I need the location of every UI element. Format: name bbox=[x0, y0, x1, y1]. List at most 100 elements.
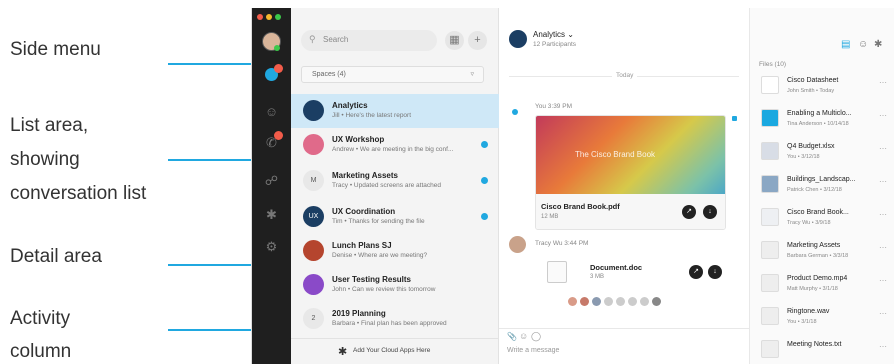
format-icon[interactable]: ◯ bbox=[531, 331, 541, 342]
conversation-item[interactable]: UX UX Coordination Tim • Thanks for sendin… bbox=[291, 200, 499, 234]
detail-area: Analytics ⌄ 12 Participants Today You 3:… bbox=[499, 8, 749, 364]
file-item[interactable]: Buildings_Landscap... Patrick Chen • 3/12… bbox=[750, 171, 894, 198]
document-attachment[interactable]: Document.doc 3 MB ↗ ↓ bbox=[535, 257, 726, 286]
unread-indicator bbox=[481, 213, 488, 220]
conversation-title: Analytics bbox=[332, 101, 368, 110]
file-meta: You • 3/1/18 bbox=[787, 319, 817, 325]
conversation-preview: Denise • Where are we meeting? bbox=[332, 252, 428, 259]
conversation-item[interactable]: Analytics Jill • Here's the latest report bbox=[291, 94, 499, 128]
file-name: Buildings_Landscap... bbox=[787, 176, 856, 183]
more-options-icon[interactable]: ⋯ bbox=[879, 309, 887, 318]
file-thumbnail bbox=[761, 76, 779, 94]
file-name: Enabling a Multiclo... bbox=[787, 110, 852, 117]
file-item[interactable]: Cisco Datasheet John Smith • Today ⋯ bbox=[750, 72, 894, 99]
message-composer[interactable]: 📎 ☺ ◯ Write a message bbox=[499, 328, 749, 364]
more-options-icon[interactable]: ⋯ bbox=[879, 111, 887, 120]
minimize-window-icon[interactable] bbox=[266, 14, 272, 20]
more-options-icon[interactable]: ⋯ bbox=[879, 144, 887, 153]
conversation-avatar bbox=[303, 274, 324, 295]
conversation-item[interactable]: User Testing Results John • Can we review… bbox=[291, 268, 499, 302]
file-item[interactable]: Marketing Assets Barbara German • 3/3/18 ⋯ bbox=[750, 237, 894, 264]
more-options-icon[interactable]: ⋯ bbox=[879, 276, 887, 285]
file-name: Marketing Assets bbox=[787, 242, 841, 249]
search-input[interactable]: ⚲ Search bbox=[301, 30, 437, 51]
conversation-item[interactable]: Lunch Plans SJ Denise • Where are we meet… bbox=[291, 234, 499, 268]
more-options-icon[interactable]: ⋯ bbox=[879, 177, 887, 186]
download-icon[interactable]: ↓ bbox=[708, 265, 722, 279]
presence-indicator bbox=[274, 45, 280, 51]
add-cloud-apps[interactable]: ✱ Add Your Cloud Apps Here bbox=[291, 338, 499, 364]
read-avatar bbox=[568, 297, 577, 306]
file-meta: Tina Anderson • 10/14/18 bbox=[787, 121, 849, 127]
emoji-icon[interactable]: ☺ bbox=[519, 331, 528, 341]
filter-label: Spaces (4) bbox=[312, 71, 346, 78]
file-thumbnail bbox=[761, 274, 779, 292]
people-tab-icon[interactable]: ☺ bbox=[858, 39, 868, 50]
file-thumbnail bbox=[761, 241, 779, 259]
zoom-window-icon[interactable] bbox=[275, 14, 281, 20]
conversation-item[interactable]: M Marketing Assets Tracy • Updated screens… bbox=[291, 164, 499, 198]
file-card[interactable]: The Cisco Brand Book Cisco Brand Book.pd… bbox=[535, 115, 726, 230]
download-icon[interactable]: ↓ bbox=[703, 205, 717, 219]
conversation-title: User Testing Results bbox=[332, 275, 411, 284]
conversation-item[interactable]: UX Workshop Andrew • We are meeting in th… bbox=[291, 128, 499, 162]
conversation-title: Lunch Plans SJ bbox=[332, 241, 392, 250]
apps-icon[interactable]: ✱ bbox=[263, 206, 280, 223]
file-item[interactable]: Product Demo.mp4 Matt Murphy • 3/1/18 ⋯ bbox=[750, 270, 894, 297]
file-item[interactable]: Q4 Budget.xlsx You • 3/12/18 ⋯ bbox=[750, 138, 894, 165]
share-icon[interactable]: ↗ bbox=[689, 265, 703, 279]
file-meta: Tracy Wu • 3/9/18 bbox=[787, 220, 831, 226]
sender-avatar bbox=[509, 236, 526, 253]
file-meta: Matt Murphy • 3/1/18 bbox=[787, 286, 838, 292]
dial-button[interactable]: ▦ bbox=[445, 31, 464, 50]
callout-activity-1: Activity bbox=[10, 308, 71, 329]
files-tab-icon[interactable]: ▤ bbox=[841, 39, 850, 50]
conversation-avatar: UX bbox=[303, 206, 324, 227]
filter-icon: ▿ bbox=[470, 71, 474, 78]
callout-activity-2: column bbox=[10, 341, 72, 362]
annotated-screenshot: Side menu List area, showing conversatio… bbox=[0, 0, 894, 364]
add-button[interactable]: + bbox=[468, 31, 487, 50]
files-header: Files (10) bbox=[759, 61, 787, 68]
file-item[interactable]: Meeting Notes.txt ⋯ bbox=[750, 336, 894, 363]
file-item[interactable]: Ringtone.wav You • 3/1/18 ⋯ bbox=[750, 303, 894, 330]
more-options-icon[interactable]: ⋯ bbox=[879, 210, 887, 219]
file-name: Cisco Brand Book... bbox=[787, 209, 849, 216]
read-avatar bbox=[640, 297, 649, 306]
spaces-filter[interactable]: Spaces (4) ▿ bbox=[301, 66, 484, 83]
conversation-title: UX Coordination bbox=[332, 207, 396, 216]
conversation-preview: Tim • Thanks for sending the file bbox=[332, 218, 425, 225]
document-size: 3 MB bbox=[590, 274, 605, 280]
more-options-icon[interactable]: ⋯ bbox=[879, 78, 887, 87]
date-separator: Today bbox=[612, 72, 638, 79]
conversation-title: Marketing Assets bbox=[332, 171, 398, 180]
conversation-avatar: 2 bbox=[303, 308, 324, 329]
file-meta: Barbara German • 3/3/18 bbox=[787, 253, 849, 259]
attach-icon[interactable]: 📎 bbox=[507, 332, 517, 341]
file-item[interactable]: Cisco Brand Book... Tracy Wu • 3/9/18 ⋯ bbox=[750, 204, 894, 231]
file-name: Meeting Notes.txt bbox=[787, 341, 842, 348]
apps-tab-icon[interactable]: ✱ bbox=[874, 39, 882, 50]
file-item[interactable]: Enabling a Multiclo... Tina Anderson • 10… bbox=[750, 105, 894, 132]
search-icon: ⚲ bbox=[309, 34, 316, 44]
share-icon[interactable]: ↗ bbox=[682, 205, 696, 219]
contacts-icon[interactable]: ☺ bbox=[263, 103, 280, 120]
file-thumbnail bbox=[761, 340, 779, 358]
file-meta: Patrick Chen • 3/12/18 bbox=[787, 187, 842, 193]
unread-indicator bbox=[481, 177, 488, 184]
space-title[interactable]: Analytics ⌄ bbox=[533, 30, 574, 39]
more-options-icon[interactable]: ⋯ bbox=[879, 243, 887, 252]
more-options-icon[interactable]: ⋯ bbox=[879, 342, 887, 351]
conversation-item[interactable]: 2 2019 Planning Barbara • Final plan has b… bbox=[291, 302, 499, 336]
composer-placeholder: Write a message bbox=[507, 347, 560, 354]
document-name: Document.doc bbox=[590, 263, 643, 272]
participants-count[interactable]: 12 Participants bbox=[533, 41, 576, 48]
close-window-icon[interactable] bbox=[257, 14, 263, 20]
callout-list-area-3: conversation list bbox=[10, 183, 147, 204]
read-avatar bbox=[616, 297, 625, 306]
meetings-icon[interactable]: ☍ bbox=[263, 172, 280, 189]
settings-icon[interactable]: ⚙ bbox=[263, 238, 280, 255]
read-avatar bbox=[628, 297, 637, 306]
read-marker bbox=[732, 116, 737, 121]
callout-list-area-1: List area, bbox=[10, 115, 89, 136]
